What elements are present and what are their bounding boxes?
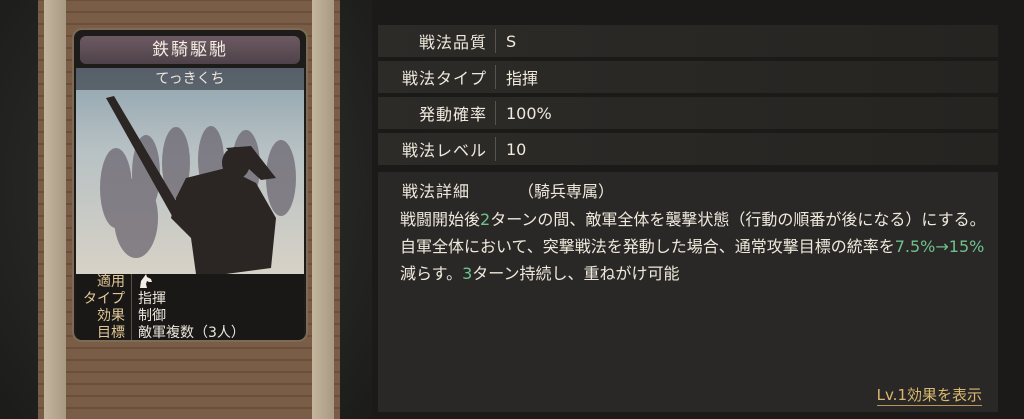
stat-value: 10 [506,139,527,159]
detail-title: 戦法詳細 [402,182,471,201]
stat-row-probability: 発動確率 100% [378,97,998,129]
info-key: タイプ [76,291,132,308]
desc-text: 減らす。 [400,264,463,283]
card-info-table: 適用 タイプ 指揮 効果 制御 目標 敵軍複数（3人） [76,274,304,340]
scroll-edge-right [312,0,334,419]
desc-highlight: 7.5%→15% [894,237,985,256]
info-value: 制御 [138,308,166,324]
skill-detail-panel: 戦法詳細 （騎兵専属） 戦闘開始後2ターンの間、敵軍全体を襲撃状態（行動の順番が… [378,172,998,412]
stat-label: 戦法タイプ [378,65,496,89]
info-value: 指揮 [138,291,166,307]
info-key: 目標 [76,325,132,340]
desc-text: 戦闘開始後 [400,210,481,229]
desc-text: ターン持続し、重ねがけ可能 [472,264,680,283]
info-row-target: 目標 敵軍複数（3人） [76,325,304,341]
info-row-type: タイプ 指揮 [76,291,304,308]
stat-row-quality: 戦法品質 S [378,25,998,57]
stat-row-level: 戦法レベル 10 [378,133,998,165]
cavalry-illustration [100,96,296,274]
level-effect-link[interactable]: Lv.1効果を表示 [876,384,982,406]
stat-value: 100% [506,103,552,123]
info-row-effect: 効果 制御 [76,308,304,325]
skill-name: 鉄騎駆馳 [80,36,300,64]
skill-artwork: てっきくち [76,68,304,274]
desc-highlight: 3 [462,264,473,283]
stat-value: 指揮 [506,69,539,88]
scroll-edge-left [44,0,66,419]
stat-label: 戦法レベル [378,137,496,161]
info-key: 適用 [76,274,132,291]
info-row-applies: 適用 [76,274,304,291]
info-key: 効果 [76,308,132,325]
stat-row-type: 戦法タイプ 指揮 [378,61,998,93]
detail-tag: （騎兵専属） [518,182,615,201]
stat-label: 発動確率 [378,101,496,125]
stat-label: 戦法品質 [378,29,496,53]
skill-reading: てっきくち [76,68,304,90]
stat-value: S [506,31,517,51]
detail-description: 戦闘開始後2ターンの間、敵軍全体を襲撃状態（行動の順番が後になる）にする。自軍全… [400,206,990,287]
info-value: 敵軍複数（3人） [138,325,245,341]
desc-highlight: 2 [480,210,491,229]
skill-card: 鉄騎駆馳 てっきくち 適用 タイプ 指揮 効果 制御 目標 敵軍複数（3人） [72,28,308,342]
info-value [132,274,154,291]
horse-icon [140,274,152,288]
